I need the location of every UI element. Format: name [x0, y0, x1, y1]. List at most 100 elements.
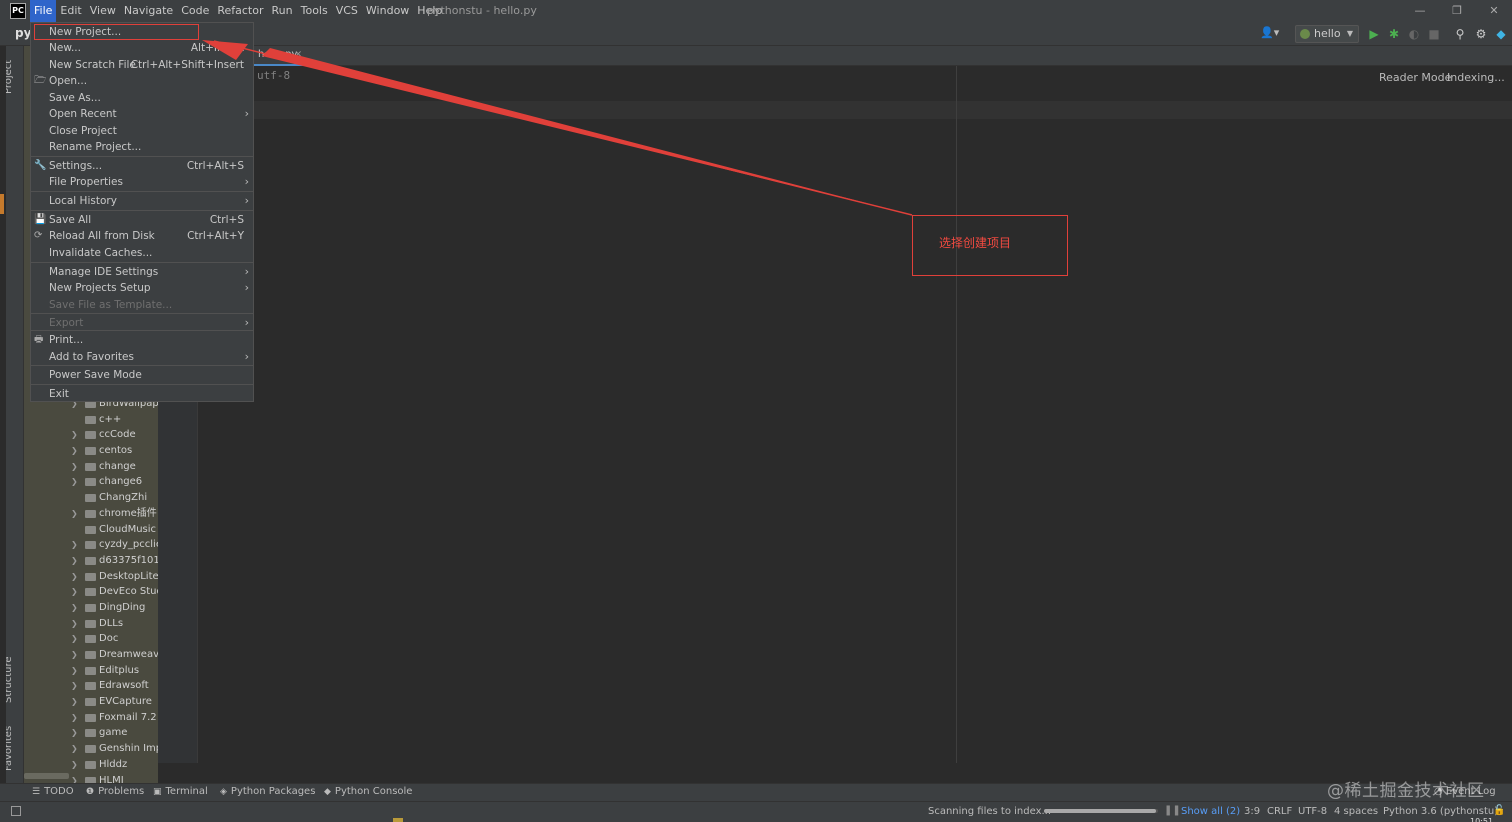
- tree-folder-row[interactable]: ❯ change: [24, 459, 158, 475]
- menu-window[interactable]: Window: [362, 0, 413, 22]
- file-menu-item-open[interactable]: 🗁 Open...: [31, 73, 253, 89]
- file-menu-item-settings[interactable]: 🔧 Settings... Ctrl+Alt+S: [31, 158, 253, 174]
- tree-folder-row[interactable]: ❯ Hlddz: [24, 757, 158, 773]
- tree-folder-row[interactable]: ❯ ccCode: [24, 427, 158, 443]
- caret-position[interactable]: 3:9: [1244, 806, 1260, 817]
- ide-plugin-icon[interactable]: ◆: [1493, 26, 1509, 42]
- chevron-right-icon[interactable]: ❯: [71, 647, 78, 663]
- chevron-right-icon[interactable]: ❯: [71, 631, 78, 647]
- menu-code[interactable]: Code: [177, 0, 213, 22]
- project-name-short[interactable]: py: [15, 26, 31, 40]
- file-menu-item-power-save-mode[interactable]: Power Save Mode: [31, 367, 253, 383]
- run-icon[interactable]: ▶: [1366, 26, 1382, 42]
- gear-icon[interactable]: ⚙: [1473, 26, 1489, 42]
- file-menu-item-file-properties[interactable]: File Properties ›: [31, 174, 253, 190]
- menu-navigate[interactable]: Navigate: [120, 0, 177, 22]
- line-separator[interactable]: CRLF: [1267, 806, 1292, 817]
- file-menu-item-reload-all-from-disk[interactable]: ⟳ Reload All from Disk Ctrl+Alt+Y: [31, 228, 253, 244]
- chevron-right-icon[interactable]: ❯: [71, 600, 78, 616]
- file-menu-item-local-history[interactable]: Local History ›: [31, 193, 253, 209]
- file-menu-item-close-project[interactable]: Close Project: [31, 123, 253, 139]
- tree-folder-row[interactable]: ❯ game: [24, 725, 158, 741]
- close-icon[interactable]: ✕: [294, 46, 302, 64]
- horizontal-scrollbar[interactable]: [24, 773, 69, 779]
- editor-tab-hello-py[interactable]: hello.py ✕: [254, 46, 306, 66]
- tree-folder-row[interactable]: ❯ Dreamweave: [24, 647, 158, 663]
- chevron-right-icon[interactable]: ❯: [71, 459, 78, 475]
- file-menu-item-add-to-favorites[interactable]: Add to Favorites ›: [31, 349, 253, 365]
- file-menu-item-save-all[interactable]: 💾 Save All Ctrl+S: [31, 212, 253, 228]
- chevron-right-icon[interactable]: ❯: [71, 741, 78, 757]
- chevron-right-icon[interactable]: ❯: [71, 569, 78, 585]
- menu-tools[interactable]: Tools: [297, 0, 332, 22]
- tree-folder-row[interactable]: ❯ Genshin Imp: [24, 741, 158, 757]
- chevron-right-icon[interactable]: ❯: [71, 443, 78, 459]
- user-account-icon[interactable]: 👤▾: [1260, 26, 1282, 42]
- file-menu-item-manage-ide-settings[interactable]: Manage IDE Settings ›: [31, 264, 253, 280]
- menu-run[interactable]: Run: [268, 0, 297, 22]
- tree-folder-row[interactable]: ❯ change6: [24, 474, 158, 490]
- file-menu-item-new-projects-setup[interactable]: New Projects Setup ›: [31, 280, 253, 296]
- indent-setting[interactable]: 4 spaces: [1334, 806, 1378, 817]
- debug-icon[interactable]: ✱: [1386, 26, 1402, 42]
- tree-folder-row[interactable]: ❯ EVCapture: [24, 694, 158, 710]
- chevron-right-icon[interactable]: ❯: [71, 694, 78, 710]
- python-interpreter[interactable]: Python 3.6 (pythonstu): [1383, 806, 1498, 817]
- stop-icon[interactable]: ■: [1426, 26, 1442, 42]
- tree-folder-row[interactable]: ❯ centos: [24, 443, 158, 459]
- run-configuration-select[interactable]: hello ▼: [1295, 25, 1359, 43]
- menu-view[interactable]: View: [86, 0, 120, 22]
- file-menu-item-save-as[interactable]: Save As...: [31, 90, 253, 106]
- bottom-tab-problems[interactable]: ❶ Problems: [86, 786, 144, 797]
- tree-folder-row[interactable]: ❯ Edrawsoft: [24, 678, 158, 694]
- file-menu-item-new-scratch-file[interactable]: New Scratch File Ctrl+Alt+Shift+Insert: [31, 57, 253, 73]
- file-menu-item-open-recent[interactable]: Open Recent ›: [31, 106, 253, 122]
- chevron-right-icon[interactable]: ❯: [71, 537, 78, 553]
- tree-folder-row[interactable]: ChangZhi: [24, 490, 158, 506]
- file-menu-item-rename-project[interactable]: Rename Project...: [31, 139, 253, 155]
- file-encoding[interactable]: UTF-8: [1298, 806, 1327, 817]
- file-menu-item-exit[interactable]: Exit: [31, 386, 253, 402]
- tool-windows-toggle-icon[interactable]: [11, 806, 21, 816]
- tree-folder-row[interactable]: ❯ DLLs: [24, 616, 158, 632]
- bottom-tab-terminal[interactable]: ▣ Terminal: [153, 786, 208, 797]
- tree-folder-row[interactable]: ❯ cyzdy_pcclier: [24, 537, 158, 553]
- chevron-right-icon[interactable]: ❯: [71, 725, 78, 741]
- chevron-right-icon[interactable]: ❯: [71, 584, 78, 600]
- tree-folder-row[interactable]: ❯ DingDing: [24, 600, 158, 616]
- tree-folder-row[interactable]: ❯ chrome插件: [24, 506, 158, 522]
- show-all-link[interactable]: Show all (2): [1181, 806, 1240, 817]
- chevron-right-icon[interactable]: ❯: [71, 710, 78, 726]
- code-line[interactable]: utf-8: [257, 69, 290, 82]
- close-window-button[interactable]: ✕: [1477, 0, 1511, 22]
- minimize-button[interactable]: —: [1403, 0, 1437, 22]
- tree-folder-row[interactable]: ❯ DevEco Stud: [24, 584, 158, 600]
- chevron-right-icon[interactable]: ❯: [71, 757, 78, 773]
- chevron-right-icon[interactable]: ❯: [71, 678, 78, 694]
- tree-folder-row[interactable]: ❯ Foxmail 7.2: [24, 710, 158, 726]
- bottom-tab-todo[interactable]: ☰ TODO: [32, 786, 74, 797]
- tree-folder-row[interactable]: ❯ Doc: [24, 631, 158, 647]
- menu-refactor[interactable]: Refactor: [213, 0, 267, 22]
- search-icon[interactable]: ⚲: [1452, 26, 1468, 42]
- pause-icon[interactable]: ❚❚: [1164, 805, 1181, 816]
- file-menu-item-new[interactable]: New... Alt+Insert: [31, 40, 253, 56]
- reader-mode-button[interactable]: Reader Mode: [1379, 71, 1451, 84]
- chevron-right-icon[interactable]: ❯: [71, 553, 78, 569]
- chevron-right-icon[interactable]: ❯: [71, 663, 78, 679]
- bottom-tab-python-console[interactable]: ◆ Python Console: [324, 786, 412, 797]
- lock-icon[interactable]: 🔓: [1493, 805, 1505, 816]
- tree-folder-row[interactable]: ❯ DesktopLite: [24, 569, 158, 585]
- menu-vcs[interactable]: VCS: [332, 0, 362, 22]
- tree-folder-row[interactable]: ❯ d63375f1017: [24, 553, 158, 569]
- chevron-right-icon[interactable]: ❯: [71, 773, 78, 784]
- coverage-icon[interactable]: ◐: [1406, 26, 1422, 42]
- chevron-right-icon[interactable]: ❯: [71, 506, 78, 522]
- menu-file[interactable]: File: [30, 0, 57, 22]
- restore-button[interactable]: ❐: [1440, 0, 1474, 22]
- file-menu-item-print[interactable]: 🖶 Print...: [31, 332, 253, 348]
- chevron-right-icon[interactable]: ❯: [71, 616, 78, 632]
- menu-edit[interactable]: Edit: [56, 0, 85, 22]
- tree-folder-row[interactable]: ❯ Editplus: [24, 663, 158, 679]
- chevron-right-icon[interactable]: ❯: [71, 474, 78, 490]
